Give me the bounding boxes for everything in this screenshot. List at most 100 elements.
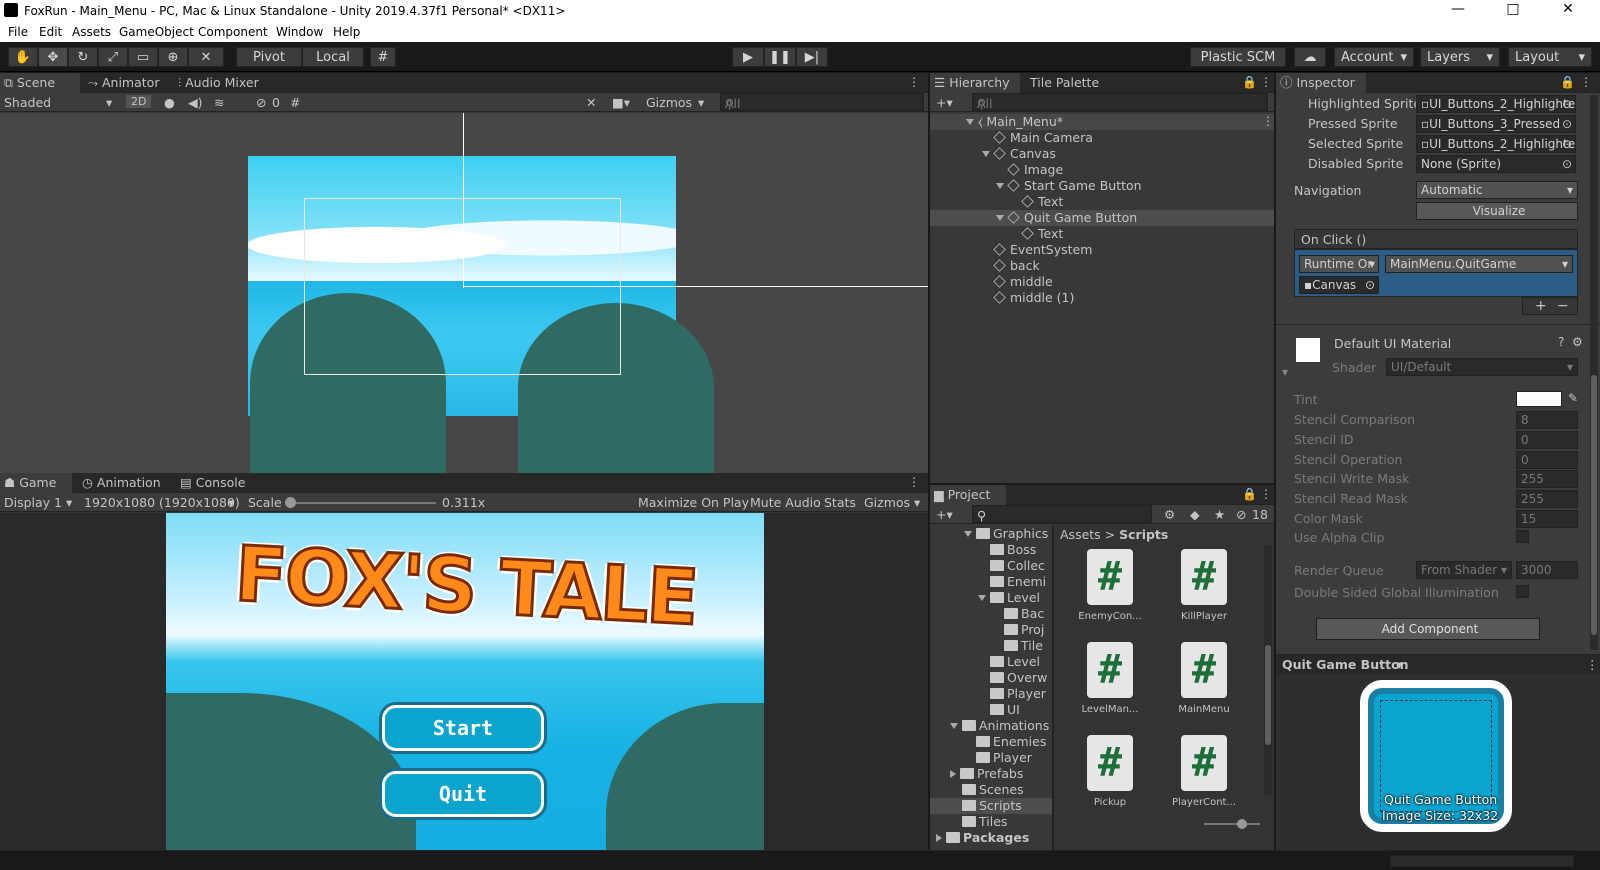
lock-icon[interactable]: 🔒 [1242, 75, 1257, 89]
hierarchy-item-canvas[interactable]: Canvas [982, 146, 1056, 162]
render-queue-value-field[interactable]: 3000 [1516, 561, 1578, 579]
lock-icon[interactable]: 🔒 [1242, 487, 1257, 501]
tree-item-collectibles[interactable]: Collec [990, 558, 1045, 574]
kebab-menu-icon[interactable]: ⋮ [1260, 75, 1272, 89]
rotate-tool-icon[interactable]: ↻ [68, 47, 98, 67]
target-object-field[interactable]: ▪Canvas ⊙ [1299, 276, 1379, 294]
stats-toggle[interactable]: Stats [824, 495, 856, 510]
navigation-dropdown[interactable]: Automatic ▾ [1416, 181, 1578, 199]
resolution-dropdown[interactable]: 1920x1080 (1920x1080) [84, 495, 240, 510]
preview-title[interactable]: Quit Game Button [1282, 657, 1409, 672]
cloud-icon[interactable]: ☁ [1294, 47, 1326, 67]
script-asset[interactable]: # Pickup [1064, 735, 1156, 808]
filter-by-type-icon[interactable]: ⚙ [1164, 507, 1175, 522]
local-button[interactable]: Local [302, 47, 364, 67]
menu-help[interactable]: Help [333, 25, 360, 39]
filter-by-label-icon[interactable]: ◆ [1190, 507, 1200, 522]
use-alpha-clip-checkbox[interactable] [1516, 530, 1529, 543]
asset-size-slider-track[interactable] [1204, 823, 1260, 825]
hierarchy-item-back[interactable]: back [993, 258, 1040, 274]
scale-tool-icon[interactable]: ⤢ [98, 47, 128, 67]
lock-icon[interactable]: 🔒 [1560, 75, 1575, 89]
custom-tool-icon[interactable]: ✕ [188, 47, 224, 67]
move-tool-icon[interactable]: ✥ [38, 47, 68, 67]
tree-item-ui[interactable]: UI [990, 702, 1020, 718]
hierarchy-item-main-menu[interactable]: ⧼ Main_Menu* [966, 114, 1063, 130]
stencil-write-mask-field[interactable]: 255 [1516, 470, 1578, 488]
camera-icon[interactable]: ■▾ [612, 95, 630, 110]
plastic-scm-button[interactable]: Plastic SCM [1190, 47, 1286, 67]
remove-event-button[interactable]: − [1557, 298, 1569, 314]
tab-project[interactable]: ▆ Project [930, 485, 1006, 505]
tab-audio-mixer[interactable]: ⫶ Audio Mixer [174, 73, 274, 93]
gear-icon[interactable]: ⚙ [1572, 335, 1583, 349]
tree-item-graphics[interactable]: Graphics [964, 526, 1048, 542]
tree-item-scripts[interactable]: Scripts [962, 798, 1022, 814]
menu-assets[interactable]: Assets [72, 25, 111, 39]
tree-item-props[interactable]: Proj [1004, 622, 1044, 638]
effects-icon[interactable]: ≋ [214, 95, 224, 110]
selected-sprite-field[interactable]: ▫UI_Buttons_2_Highlighte [1416, 135, 1576, 153]
minimize-button[interactable]: — [1435, 1, 1481, 17]
scene-search-input[interactable]: ⚲ All [720, 93, 924, 111]
hierarchy-search-input[interactable]: ⚲ All [972, 93, 1268, 111]
render-queue-mode-dropdown[interactable]: From Shader ▾ [1416, 561, 1512, 579]
object-picker-icon[interactable]: ⊙ [1365, 277, 1375, 293]
tree-item-level[interactable]: Level [978, 590, 1040, 606]
tab-animator[interactable]: ⤳ Animator [84, 73, 170, 93]
tab-console[interactable]: ▤ Console [176, 473, 256, 493]
kebab-menu-icon[interactable]: ⋮ [1586, 657, 1599, 672]
menu-component[interactable]: Component [198, 25, 268, 39]
tab-tile-palette[interactable]: Tile Palette [1026, 73, 1116, 93]
tree-item-packages[interactable]: Packages [936, 830, 1029, 846]
hierarchy-item-start-game-button[interactable]: Start Game Button [996, 178, 1142, 194]
hidden-packages-icon[interactable]: ⊘ [1236, 507, 1246, 522]
stencil-operation-field[interactable]: 0 [1516, 451, 1578, 469]
layers-dropdown[interactable]: Layers ▾ [1420, 47, 1500, 67]
scene-viewport[interactable] [0, 113, 928, 473]
2d-toggle[interactable]: 2D [126, 95, 152, 108]
display-dropdown[interactable]: Display 1 [4, 495, 62, 510]
tree-item-prefabs[interactable]: Prefabs [950, 766, 1023, 782]
hierarchy-item-quit-game-button[interactable]: Quit Game Button [996, 210, 1137, 226]
create-dropdown-icon[interactable]: +▾ [936, 95, 953, 110]
asset-size-slider-thumb[interactable] [1237, 819, 1247, 829]
tree-item-boss[interactable]: Boss [990, 542, 1036, 558]
tree-item-player[interactable]: Player [990, 686, 1046, 702]
hierarchy-item-middle[interactable]: middle [993, 274, 1053, 290]
stencil-read-mask-field[interactable]: 255 [1516, 490, 1578, 508]
tree-item-anim-enemies[interactable]: Enemies [976, 734, 1046, 750]
tools-icon[interactable]: ✕ [586, 95, 596, 110]
object-picker-icon[interactable]: ⊙ [1562, 157, 1572, 171]
script-asset[interactable]: # LevelMan... [1064, 642, 1156, 715]
tree-item-tiles-root[interactable]: Tiles [962, 814, 1007, 830]
stencil-comparison-field[interactable]: 8 [1516, 411, 1578, 429]
tab-game[interactable]: ☗ Game [0, 473, 72, 493]
menu-window[interactable]: Window [276, 25, 323, 39]
pressed-sprite-field[interactable]: ▫UI_Buttons_3_Pressed [1416, 115, 1576, 133]
play-button[interactable]: ▶ [732, 47, 764, 67]
layout-dropdown[interactable]: Layout ▾ [1508, 47, 1592, 67]
transform-tool-icon[interactable]: ⊕ [158, 47, 188, 67]
quit-button[interactable]: Quit [382, 771, 544, 817]
object-picker-icon[interactable]: ⊙ [1562, 137, 1572, 151]
scale-slider-thumb[interactable] [285, 497, 296, 508]
kebab-menu-icon[interactable]: ⋮ [1580, 75, 1592, 89]
create-dropdown-icon[interactable]: +▾ [936, 507, 953, 522]
rect-tool-icon[interactable]: ▭ [128, 47, 158, 67]
tree-item-level-2[interactable]: Level [990, 654, 1040, 670]
visualize-button[interactable]: Visualize [1416, 202, 1578, 220]
inspector-scrollbar[interactable] [1590, 95, 1598, 650]
tab-hierarchy[interactable]: ☰ Hierarchy [930, 73, 1020, 93]
scale-slider-track[interactable] [290, 502, 436, 504]
hand-tool-icon[interactable]: ✋ [8, 47, 38, 67]
double-sided-gi-checkbox[interactable] [1516, 585, 1529, 598]
tree-item-tiles[interactable]: Tile [1004, 638, 1043, 654]
hierarchy-item-middle-1[interactable]: middle (1) [993, 290, 1074, 306]
script-asset[interactable]: # PlayerCont... [1158, 735, 1250, 808]
stencil-id-field[interactable]: 0 [1516, 431, 1578, 449]
close-button[interactable]: ✕ [1545, 1, 1591, 17]
runtime-dropdown[interactable]: Runtime Or ▾ [1299, 255, 1379, 273]
hidden-objects-icon[interactable]: ⊘ [256, 95, 266, 110]
lighting-icon[interactable]: ● [164, 95, 175, 110]
